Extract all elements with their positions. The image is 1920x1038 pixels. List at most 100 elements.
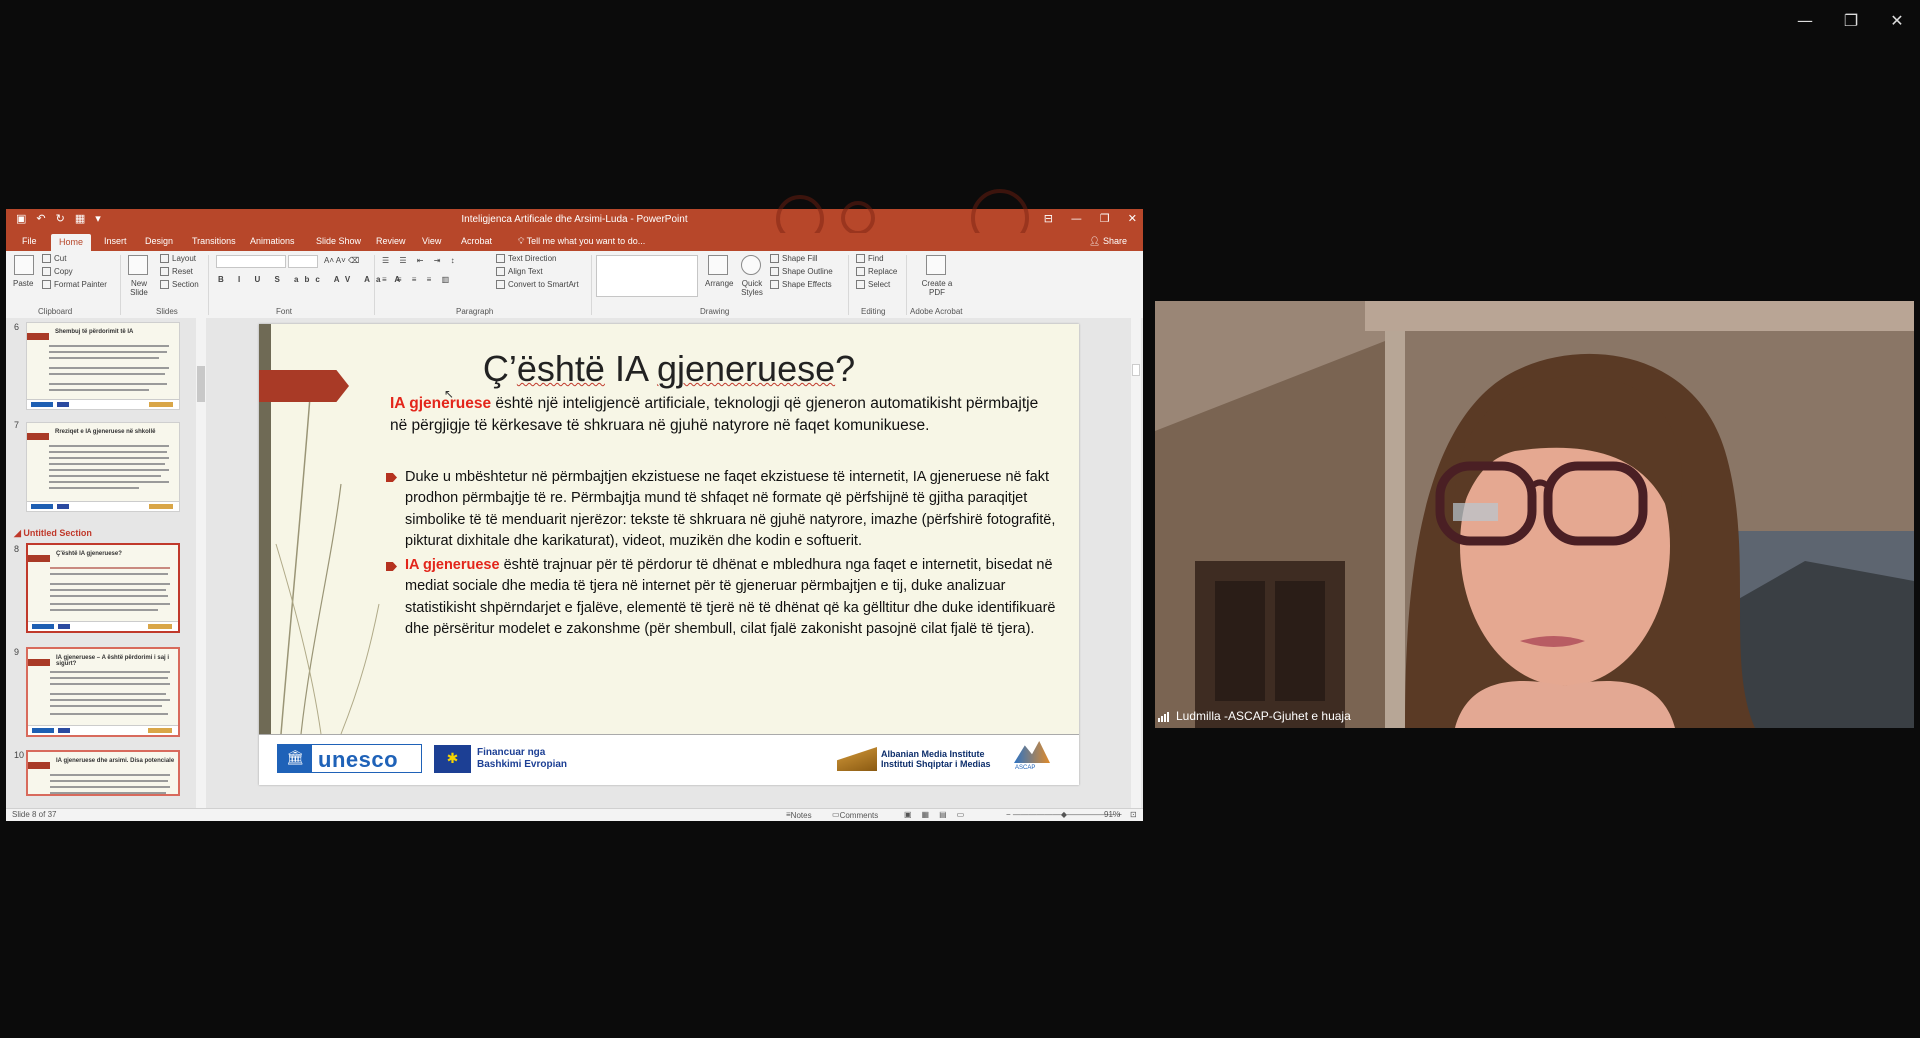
eu-flag-icon: ✱ [434, 745, 471, 773]
text-direction-label: Text Direction [508, 254, 557, 263]
ribbon-display-icon[interactable]: ⊟ [1044, 212, 1053, 225]
section-button[interactable]: Section [160, 280, 199, 290]
tab-design[interactable]: Design [145, 236, 173, 246]
text-direction-button[interactable]: Text Direction [496, 254, 557, 264]
tab-home[interactable]: Home [51, 234, 92, 251]
find-label: Find [868, 254, 884, 263]
layout-button[interactable]: Layout [160, 254, 196, 264]
section-name: Untitled Section [23, 528, 92, 538]
find-button[interactable]: Find [856, 254, 884, 264]
thumbnail-title: Rreziqet e IA gjeneruese në shkollë [55, 429, 156, 435]
arrange-icon[interactable] [708, 255, 728, 275]
select-button[interactable]: Select [856, 280, 890, 290]
thumbnail-slide-8[interactable]: Ç'është IA gjeneruese? [26, 543, 180, 633]
eu-line-1: Financuar nga [477, 747, 546, 758]
thumbnail-slide-6[interactable]: Shembuj të përdorimit të IA [26, 322, 180, 410]
bullet-paragraph-2: IA gjeneruese është trajnuar për të përd… [405, 555, 1069, 640]
ami-text: Albanian Media Institute Instituti Shqipt… [881, 749, 991, 769]
align-buttons[interactable]: ≡ ≡ ≡ ≡ ▥ [382, 275, 453, 284]
thumbnails-scrollbar[interactable] [196, 318, 206, 808]
minimize-icon[interactable]: — [1071, 212, 1082, 225]
create-pdf-button[interactable]: Create a PDF [920, 279, 954, 297]
slide-scrollbar[interactable] [1131, 318, 1141, 808]
replace-label: Replace [868, 267, 898, 276]
intro-paragraph: IA gjeneruese është një inteligjencë art… [390, 393, 1050, 437]
shape-outline-button[interactable]: Shape Outline [770, 267, 833, 277]
align-text-button[interactable]: Align Text [496, 267, 543, 277]
close-icon[interactable]: ✕ [1874, 0, 1920, 40]
paste-button[interactable]: Paste [13, 279, 33, 288]
tab-transitions[interactable]: Transitions [192, 236, 236, 246]
tab-review[interactable]: Review [376, 236, 406, 246]
align-text-label: Align Text [508, 267, 543, 276]
ascap-text: ASCAP [1015, 765, 1036, 771]
share-button[interactable]: 👤︎ Share [1089, 236, 1127, 247]
cut-button[interactable]: Cut [42, 254, 66, 264]
title-bar: ▣ ↶ ↻ ▦ ▾ Inteligjenca Artificale dhe Ar… [6, 189, 1143, 247]
copy-button[interactable]: Copy [42, 267, 73, 277]
tell-me-search[interactable]: 💡︎ Tell me what you want to do... [518, 236, 645, 247]
lightbulb-icon: 💡︎ [518, 236, 527, 246]
close-icon[interactable]: ✕ [1128, 212, 1137, 225]
tab-insert[interactable]: Insert [104, 236, 127, 246]
comments-button[interactable]: ▭ Comments [832, 810, 878, 820]
convert-smartart-button[interactable]: Convert to SmartArt [496, 280, 579, 290]
tab-file[interactable]: File [22, 236, 37, 246]
mouse-cursor-icon: ↖ [444, 387, 455, 401]
tab-view[interactable]: View [422, 236, 441, 246]
font-size-buttons[interactable]: A˄ A˅ ⌫ [324, 256, 359, 265]
restore-icon[interactable]: ❐ [1828, 0, 1874, 40]
new-slide-icon[interactable] [128, 255, 148, 275]
view-buttons[interactable]: ▣▦▤▭ [904, 810, 974, 819]
signal-strength-icon [1158, 712, 1169, 722]
zoom-level[interactable]: 91% [1104, 810, 1120, 819]
minimize-icon[interactable]: — [1782, 0, 1828, 40]
restore-icon[interactable]: ❐ [1100, 212, 1110, 225]
new-slide-button[interactable]: New Slide [124, 279, 154, 297]
cursor-icon [856, 280, 865, 290]
arrange-button[interactable]: Arrange [705, 279, 733, 288]
fill-icon [770, 254, 779, 264]
list-buttons[interactable]: ☰ ☰ ⇤ ⇥ ↕ [382, 256, 459, 265]
intro-highlight: IA gjeneruese [390, 395, 492, 412]
shapes-gallery[interactable] [596, 255, 698, 297]
replace-button[interactable]: Replace [856, 267, 898, 277]
reset-button[interactable]: Reset [160, 267, 193, 277]
create-pdf-icon[interactable] [926, 255, 946, 275]
participant-video[interactable] [1155, 301, 1914, 728]
quick-styles-icon[interactable] [741, 255, 761, 275]
tab-slide-show[interactable]: Slide Show [316, 236, 361, 246]
format-painter-button[interactable]: Format Painter [42, 280, 107, 290]
thumbnail-number: 6 [14, 322, 20, 332]
participant-name: Ludmilla -ASCAP-Gjuhet e huaja [1176, 709, 1351, 723]
quick-styles-button[interactable]: Quick Styles [739, 279, 765, 297]
font-format-buttons[interactable]: B I U S abc AV Aa A [218, 275, 406, 284]
shape-fill-button[interactable]: Shape Fill [770, 254, 818, 264]
section-header[interactable]: ◢ Untitled Section [14, 528, 92, 539]
search-icon [856, 254, 865, 264]
effects-icon [770, 280, 779, 290]
font-size-select[interactable] [288, 255, 318, 268]
thumbnail-title: IA gjeneruese dhe arsimi. Disa potencial… [56, 758, 175, 764]
convert-smartart-label: Convert to SmartArt [508, 280, 579, 289]
thumbnail-slide-7[interactable]: Rreziqet e IA gjeneruese në shkollë [26, 422, 180, 512]
shape-effects-button[interactable]: Shape Effects [770, 280, 832, 290]
unesco-logo: 🏛︎ unesco [277, 744, 422, 773]
thumbnail-number: 10 [14, 750, 25, 760]
paste-icon[interactable] [14, 255, 34, 275]
font-name-select[interactable] [216, 255, 286, 268]
eu-funding-text: Financuar nga Bashkimi Evropian [477, 747, 567, 771]
current-slide[interactable]: Ç’është IA gjeneruese? IA gjeneruese ësh… [259, 324, 1079, 785]
fit-slide-icon[interactable]: ⊡ [1130, 810, 1137, 819]
thumbnail-slide-9[interactable]: IA gjeneruese – A është përdorimi i saj … [26, 647, 180, 737]
shape-outline-label: Shape Outline [782, 267, 833, 276]
notes-label: Notes [790, 811, 812, 820]
scissors-icon [42, 254, 51, 264]
eu-line-2: Bashkimi Evropian [477, 759, 568, 770]
tab-acrobat[interactable]: Acrobat [461, 236, 492, 246]
clipboard-group-label: Clipboard [38, 307, 73, 316]
thumbnail-slide-10[interactable]: IA gjeneruese dhe arsimi. Disa potencial… [26, 750, 180, 796]
notes-button[interactable]: ≡ Notes [786, 810, 812, 820]
tab-animations[interactable]: Animations [250, 236, 295, 246]
decorative-lines [275, 383, 380, 734]
